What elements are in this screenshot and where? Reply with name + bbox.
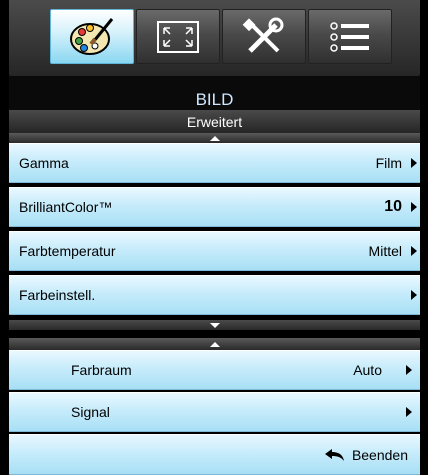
row-value: Auto [353, 362, 382, 378]
menu-row-gamma[interactable]: Gamma Film [9, 143, 420, 183]
row-value: Film [375, 155, 402, 171]
submenu-scroll-up-indicator[interactable] [9, 338, 420, 350]
row-value: Mittel [368, 243, 402, 259]
arrow-right-icon [411, 158, 417, 168]
exit-row[interactable]: Beenden [9, 434, 420, 475]
row-label: Farbeinstell. [19, 287, 96, 303]
top-tab-bar [9, 0, 420, 76]
menu-row-farbeinstell[interactable]: Farbeinstell. [9, 275, 420, 315]
row-label: Farbtemperatur [19, 243, 116, 259]
section-header: Erweitert [9, 110, 420, 133]
arrow-right-icon [411, 246, 417, 256]
arrow-right-icon [411, 290, 417, 300]
arrow-right-icon [406, 407, 412, 417]
tab-setup[interactable] [222, 9, 306, 64]
screen-resize-icon [157, 20, 199, 53]
scroll-down-indicator[interactable] [9, 320, 420, 330]
menu-row-brilliantcolor[interactable]: BrilliantColor™ 10 [9, 187, 420, 227]
exit-button[interactable]: Beenden [324, 447, 408, 463]
tab-picture[interactable] [50, 9, 134, 64]
menu-row-farbraum[interactable]: Farbraum Auto [9, 350, 420, 390]
row-label: Signal [71, 404, 110, 420]
tab-options[interactable] [308, 9, 392, 64]
arrow-up-icon [209, 135, 220, 141]
list-icon [330, 21, 369, 52]
row-label: Gamma [19, 155, 69, 171]
tools-icon [242, 17, 284, 53]
page-title: BILD [9, 76, 420, 110]
arrow-right-icon [411, 202, 417, 212]
tab-screen[interactable] [136, 9, 220, 64]
scroll-up-indicator[interactable] [9, 133, 420, 143]
palette-icon [70, 17, 114, 55]
back-arrow-icon [324, 448, 344, 461]
row-label: Farbraum [71, 362, 132, 378]
menu-row-signal[interactable]: Signal [9, 392, 420, 432]
row-value: 10 [384, 198, 402, 215]
menu-row-farbtemperatur[interactable]: Farbtemperatur Mittel [9, 231, 420, 271]
divider [9, 330, 420, 338]
exit-label: Beenden [351, 446, 408, 463]
section-title: Erweitert [186, 113, 243, 130]
row-label: BrilliantColor™ [19, 199, 113, 215]
arrow-right-icon [406, 365, 412, 375]
arrow-up-icon [209, 341, 220, 347]
arrow-down-icon [209, 322, 220, 328]
